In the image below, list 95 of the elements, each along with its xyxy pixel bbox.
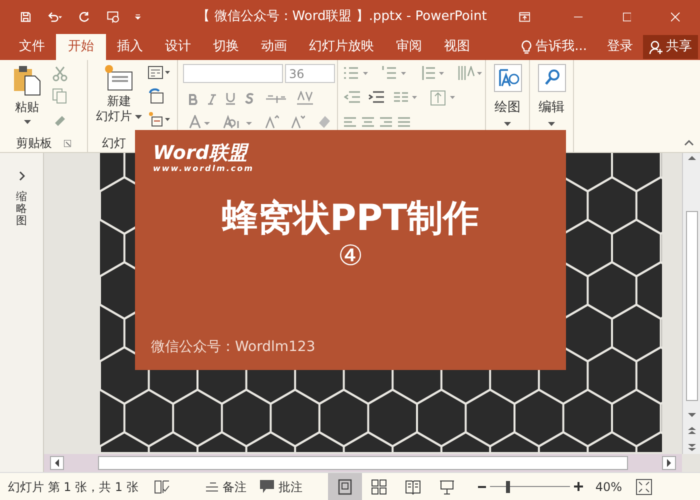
close-icon[interactable] bbox=[671, 11, 680, 23]
customize-icon[interactable] bbox=[135, 13, 142, 21]
bold-icon[interactable] bbox=[189, 94, 198, 104]
ribbon-tab[interactable]: 视图 bbox=[433, 34, 481, 60]
collapse-ribbon-icon[interactable] bbox=[684, 140, 694, 146]
shapes-icon bbox=[494, 64, 522, 92]
footer-text: 微信公众号：Wordlm123 bbox=[150, 338, 316, 357]
ribbon-display-icon[interactable] bbox=[518, 10, 530, 24]
paste-button[interactable]: 粘贴 bbox=[10, 64, 44, 134]
normal-view-icon bbox=[337, 478, 354, 494]
minimize-icon[interactable] bbox=[574, 16, 583, 18]
font-color-icon[interactable] bbox=[189, 115, 211, 129]
ribbon-tab[interactable]: 文件 bbox=[8, 34, 56, 60]
reading-view-icon bbox=[405, 478, 422, 494]
decrease-indent-icon[interactable] bbox=[344, 90, 360, 104]
justify-icon[interactable] bbox=[398, 116, 410, 128]
font-name-field[interactable] bbox=[183, 64, 283, 83]
maximize-icon[interactable] bbox=[622, 11, 632, 23]
tell-me-link[interactable]: 告诉我... bbox=[536, 37, 587, 57]
scroll-right-icon[interactable] bbox=[662, 456, 676, 470]
comment-icon bbox=[260, 480, 274, 493]
ribbon-tab[interactable]: 动画 bbox=[250, 34, 298, 60]
group-label: 剪贴板 bbox=[16, 135, 52, 152]
increase-indent-icon[interactable] bbox=[368, 90, 384, 104]
person-add-icon bbox=[649, 40, 663, 54]
vertical-scrollbar[interactable] bbox=[682, 153, 700, 454]
slideshow-icon bbox=[439, 478, 456, 494]
caret-icon bbox=[548, 122, 555, 126]
caret-icon bbox=[504, 122, 511, 126]
group-label: 幻灯 bbox=[102, 135, 126, 152]
scroll-left-icon[interactable] bbox=[50, 456, 64, 470]
slide-number: ④ bbox=[336, 240, 364, 272]
shrink-font-icon[interactable] bbox=[291, 115, 305, 129]
zoom-in-icon[interactable] bbox=[574, 482, 584, 491]
pane-label: 缩略图 bbox=[16, 191, 27, 228]
align-left-icon[interactable] bbox=[344, 116, 356, 128]
redo-icon[interactable] bbox=[79, 9, 91, 25]
logo-url: www.wordlm.com bbox=[153, 164, 255, 174]
ribbon-tab[interactable]: 幻灯片放映 bbox=[298, 34, 385, 60]
grow-font-icon[interactable] bbox=[265, 115, 279, 129]
reset-icon[interactable] bbox=[148, 88, 164, 104]
ribbon-tab[interactable]: 开始 bbox=[56, 34, 106, 60]
search-icon bbox=[538, 64, 566, 92]
previous-slide-icon[interactable] bbox=[688, 426, 696, 435]
dialog-launcher-icon[interactable] bbox=[64, 140, 71, 146]
caret-icon bbox=[24, 120, 30, 124]
lightbulb-icon[interactable] bbox=[520, 40, 532, 54]
fit-to-window-icon[interactable] bbox=[636, 478, 652, 494]
next-slide-icon[interactable] bbox=[688, 443, 696, 452]
clipboard-icon bbox=[12, 64, 42, 96]
ribbon-tab[interactable]: 切换 bbox=[202, 34, 250, 60]
layout-icon[interactable] bbox=[148, 66, 170, 81]
text-direction-icon[interactable] bbox=[458, 66, 484, 80]
save-icon[interactable] bbox=[20, 9, 32, 25]
editing-button[interactable]: 编辑 bbox=[538, 64, 566, 126]
font-size-field[interactable]: 36 bbox=[285, 64, 335, 83]
character-spacing-icon[interactable] bbox=[296, 91, 314, 107]
section-icon[interactable] bbox=[148, 111, 170, 127]
logo-text: Word联盟 bbox=[153, 142, 250, 164]
sign-in-link[interactable]: 登录 bbox=[607, 37, 633, 57]
new-slide-button[interactable]: 新建 幻灯片 bbox=[96, 64, 142, 134]
new-slide-icon bbox=[104, 64, 134, 92]
slide-sorter-icon bbox=[371, 478, 388, 494]
copy-icon[interactable] bbox=[52, 88, 68, 104]
align-center-icon[interactable] bbox=[362, 116, 374, 128]
cut-icon[interactable] bbox=[52, 66, 68, 82]
italic-icon[interactable] bbox=[208, 94, 216, 104]
horizontal-scrollbar[interactable] bbox=[44, 454, 682, 472]
shadow-icon[interactable] bbox=[245, 93, 256, 105]
zoom-level[interactable]: 40% bbox=[595, 478, 622, 496]
comments-button[interactable]: 批注 bbox=[260, 478, 302, 496]
align-right-icon[interactable] bbox=[380, 116, 392, 128]
strikethrough-icon[interactable] bbox=[266, 94, 286, 104]
window-title: 【 微信公众号：Word联盟 】.pptx - PowerPoint bbox=[197, 8, 487, 26]
scroll-thumb[interactable] bbox=[98, 456, 628, 470]
view-button[interactable] bbox=[328, 473, 362, 500]
share-button[interactable]: 共享 bbox=[643, 35, 698, 59]
notes-button[interactable]: 备注 bbox=[206, 478, 246, 496]
ribbon-tab[interactable]: 插入 bbox=[106, 34, 154, 60]
ribbon-tab[interactable]: 设计 bbox=[154, 34, 202, 60]
spelling-icon[interactable] bbox=[154, 480, 170, 494]
ribbon-tab[interactable]: 审阅 bbox=[385, 34, 433, 60]
change-case-icon[interactable] bbox=[223, 115, 253, 129]
zoom-slider[interactable] bbox=[490, 480, 570, 494]
drawing-button[interactable]: 绘图 bbox=[494, 64, 522, 126]
slide-info: 幻灯片 第 1 张，共 1 张 bbox=[8, 478, 138, 496]
expand-icon[interactable] bbox=[18, 171, 24, 181]
scroll-thumb[interactable] bbox=[686, 211, 698, 401]
notes-icon bbox=[206, 482, 218, 492]
scroll-up-icon[interactable] bbox=[688, 155, 696, 161]
slide-title: 蜂窝状PPT制作 bbox=[220, 198, 480, 240]
scroll-down-icon[interactable] bbox=[688, 412, 696, 418]
caret-icon bbox=[135, 114, 142, 118]
underline-icon[interactable] bbox=[226, 93, 235, 105]
zoom-slider-thumb[interactable] bbox=[506, 480, 510, 492]
